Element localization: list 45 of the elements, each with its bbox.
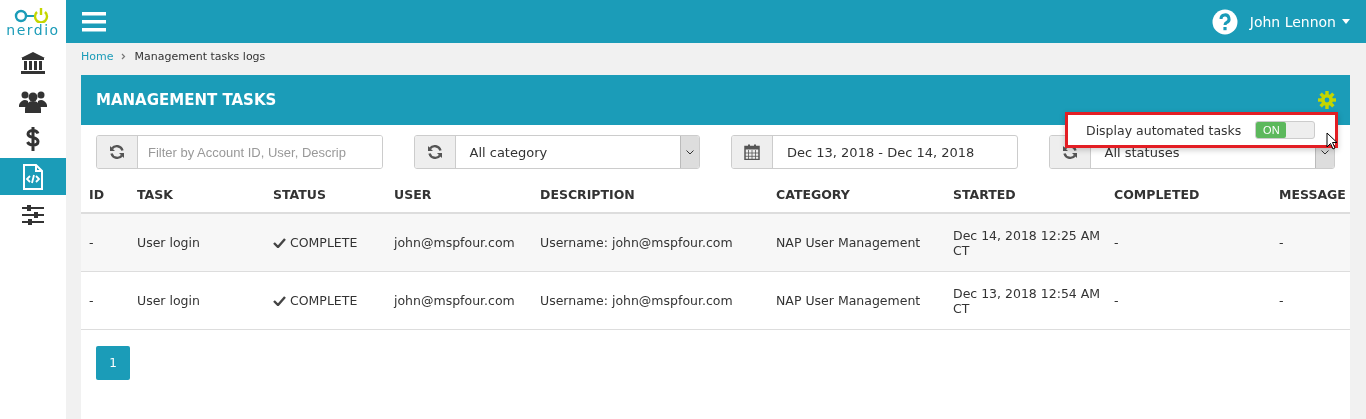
table-cell: Username: john@mspfour.com xyxy=(540,272,776,330)
bank-icon xyxy=(20,50,46,75)
table-cell: john@mspfour.com xyxy=(394,214,540,272)
filter-field[interactable]: Filter by Account ID, User, Descrip xyxy=(96,135,383,169)
code-file-icon xyxy=(22,163,44,190)
breadcrumb-link[interactable]: Home xyxy=(81,49,114,63)
check-icon xyxy=(273,295,286,306)
table-cell: NAP User Management xyxy=(776,272,953,330)
table-cell: Username: john@mspfour.com xyxy=(540,214,776,272)
sliders-icon xyxy=(22,204,44,225)
refresh-icon xyxy=(109,144,125,160)
calendar-icon xyxy=(744,144,760,160)
toggle-switch[interactable]: ON xyxy=(1255,121,1316,139)
logo-text: nerdio xyxy=(6,22,60,37)
date-range-field[interactable]: Dec 13, 2018 - Dec 14, 2018 xyxy=(731,135,1018,169)
breadcrumb-current: Management tasks logs xyxy=(134,49,266,63)
table-cell: - xyxy=(81,214,137,272)
table-cell: Dec 14, 2018 12:25 AM CT xyxy=(953,214,1114,272)
table-cell: - xyxy=(1114,272,1279,330)
table-cell: NAP User Management xyxy=(776,214,953,272)
panel-title: MANAGEMENT TASKS xyxy=(96,91,277,109)
user-menu[interactable]: John Lennon xyxy=(1249,13,1350,30)
refresh-icon xyxy=(426,144,443,160)
table-cell: User login xyxy=(137,214,273,272)
dollar-icon xyxy=(25,125,41,152)
popup-label: Display automated tasks xyxy=(1086,122,1242,138)
caret-icon xyxy=(1342,19,1350,24)
table-cell: - xyxy=(1279,272,1350,330)
table-cell: - xyxy=(1114,214,1279,272)
refresh-icon xyxy=(1061,144,1078,160)
chevron-icon xyxy=(121,52,127,60)
caret-icon xyxy=(686,149,694,155)
menu-button[interactable] xyxy=(82,10,106,33)
select-field[interactable]: All category xyxy=(413,135,700,169)
table-cell: john@mspfour.com xyxy=(394,272,540,330)
check-icon xyxy=(273,237,286,248)
table-cell: Dec 13, 2018 12:54 AM CT xyxy=(953,272,1114,330)
status-text: COMPLETE xyxy=(290,235,358,250)
status-text: COMPLETE xyxy=(290,293,358,308)
page-button[interactable]: 1 xyxy=(96,346,130,380)
table-cell: - xyxy=(81,272,137,330)
table-cell: User login xyxy=(137,272,273,330)
caret-icon xyxy=(1321,149,1329,155)
table-cell: - xyxy=(1279,214,1350,272)
help-icon[interactable] xyxy=(1211,8,1238,35)
